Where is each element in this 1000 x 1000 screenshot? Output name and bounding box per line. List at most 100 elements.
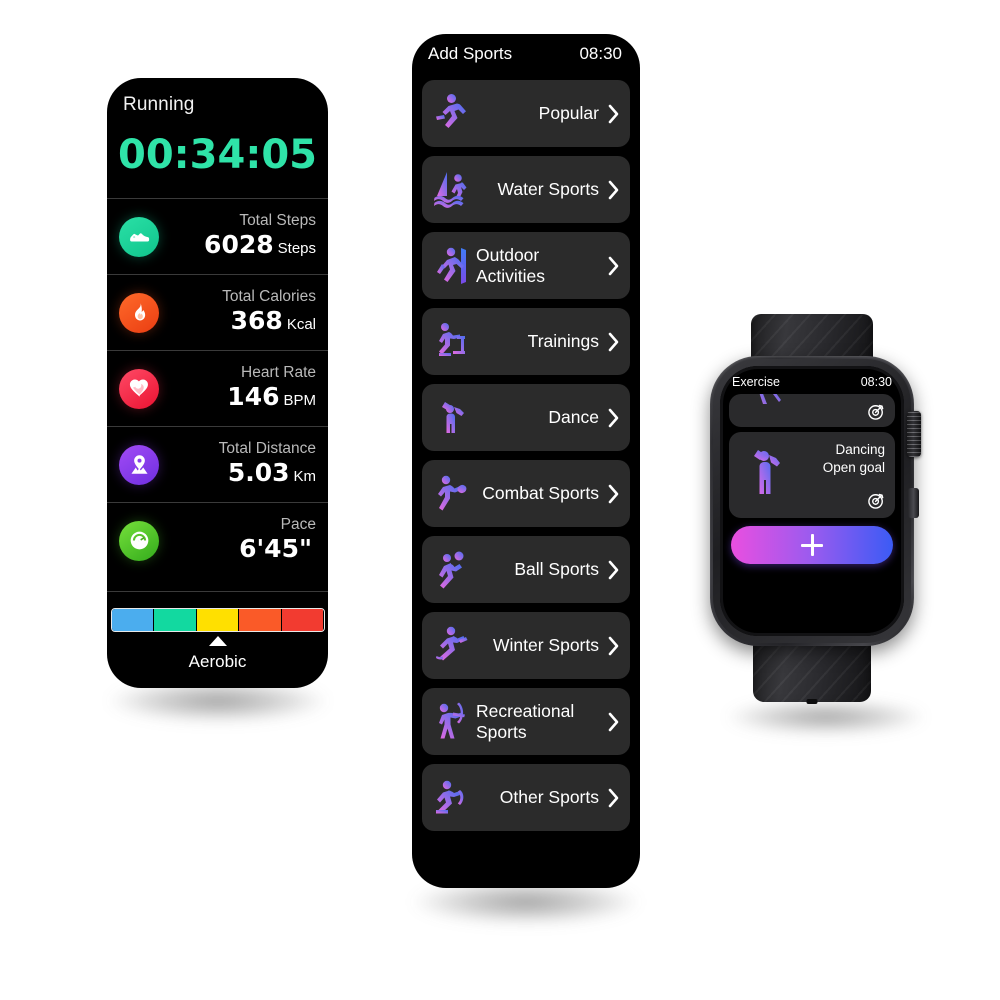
chevron-right-icon bbox=[604, 405, 624, 431]
heart-rate-zone-widget: Aerobic bbox=[107, 608, 328, 672]
metric-text: Heart Rate 146 BPM bbox=[159, 363, 318, 415]
zone-segment-0 bbox=[111, 609, 155, 631]
heart-icon bbox=[119, 368, 159, 409]
boxer-icon bbox=[430, 471, 472, 517]
page-title: Exercise bbox=[732, 375, 780, 389]
sidebar-item-label: Other Sports bbox=[499, 787, 599, 807]
sidebar-item-outdoor-activities[interactable]: Outdoor Activities bbox=[422, 232, 630, 299]
chevron-right-icon bbox=[604, 709, 624, 735]
ice-skater-icon bbox=[430, 623, 472, 669]
sidebar-item-trainings[interactable]: Trainings bbox=[422, 308, 630, 375]
sidebar-item-dance[interactable]: Dance bbox=[422, 384, 630, 451]
metric-value: 146 bbox=[227, 381, 280, 411]
zone-segment-4 bbox=[281, 609, 324, 631]
sidebar-item-popular[interactable]: Popular bbox=[422, 80, 630, 147]
exercise-card-dancing[interactable]: Dancing Open goal bbox=[729, 432, 895, 518]
speedometer-icon bbox=[119, 520, 159, 561]
sidebar-item-other-sports[interactable]: Other Sports bbox=[422, 764, 630, 831]
sidebar-item-label: Recreational Sports bbox=[476, 700, 575, 742]
flame-icon bbox=[119, 292, 159, 333]
sidebar-item-winter-sports[interactable]: Winter Sports bbox=[422, 612, 630, 679]
partial-sport-icon bbox=[749, 394, 787, 408]
metric-text: Total Calories 368 Kcal bbox=[159, 287, 318, 339]
climber-icon bbox=[430, 243, 472, 289]
metric-value-line: 6'45" bbox=[159, 533, 316, 567]
chevron-right-icon bbox=[604, 101, 624, 127]
shoe-icon bbox=[119, 216, 159, 257]
sidebar-item-label: Ball Sports bbox=[514, 559, 599, 579]
metric-unit: BPM bbox=[283, 391, 316, 409]
sidebar-item-water-sports[interactable]: Water Sports bbox=[422, 156, 630, 223]
metric-value: 6028 bbox=[204, 229, 274, 259]
running-person-icon bbox=[430, 91, 472, 137]
rowing-machine-icon bbox=[430, 319, 472, 365]
metric-label: Heart Rate bbox=[241, 363, 316, 381]
page-title: Running bbox=[123, 94, 195, 115]
screenshot-root: Running 00:34:05 Total Steps 6028Steps bbox=[0, 0, 1000, 1000]
metric-value-line: 5.03 Km bbox=[159, 457, 317, 491]
watch-crown[interactable] bbox=[907, 411, 921, 457]
archer-icon bbox=[430, 699, 472, 745]
sidebar-item-ball-sports[interactable]: Ball Sports bbox=[422, 536, 630, 603]
metric-value-line: 368 Kcal bbox=[159, 305, 316, 339]
metric-row: Total Calories 368 Kcal bbox=[107, 274, 328, 350]
metric-text: Total Distance 5.03 Km bbox=[159, 439, 318, 491]
sidebar-item-label: Water Sports bbox=[497, 179, 599, 199]
metric-text: Total Steps 6028 Steps bbox=[159, 211, 318, 263]
zone-pointer-icon bbox=[208, 636, 227, 646]
chevron-right-icon bbox=[604, 785, 624, 811]
volleyball-player-icon bbox=[430, 547, 472, 593]
sidebar-item-label: Outdoor Activities bbox=[476, 244, 546, 286]
metric-value: 6'45" bbox=[239, 533, 312, 563]
metric-row: Total Distance 5.03 Km bbox=[107, 426, 328, 502]
metric-value-line: 146 BPM bbox=[159, 381, 316, 415]
chevron-right-icon bbox=[604, 329, 624, 355]
plus-icon bbox=[801, 534, 823, 556]
running-summary-screen: Running 00:34:05 Total Steps 6028Steps bbox=[107, 78, 328, 688]
metric-unit: Kcal bbox=[286, 315, 316, 333]
sports-category-list: Popular Water Sports Outdoor Activities … bbox=[412, 80, 640, 840]
zone-segment-3 bbox=[239, 609, 282, 631]
sidebar-item-label: Trainings bbox=[527, 331, 599, 351]
exercise-card-partial[interactable] bbox=[729, 394, 895, 427]
jump-rope-icon bbox=[430, 775, 472, 821]
target-goal-icon[interactable] bbox=[866, 402, 886, 422]
sidebar-item-label: Combat Sports bbox=[482, 483, 599, 503]
metric-unit: Km bbox=[293, 467, 317, 485]
sidebar-item-label: Winter Sports bbox=[493, 635, 599, 655]
metric-label: Total Distance bbox=[218, 439, 316, 457]
elapsed-timer: 00:34:05 bbox=[118, 132, 317, 178]
watch-screen: Exercise 08:30 Dancing Open goal bbox=[720, 366, 904, 636]
metric-text: Pace 6'45" bbox=[159, 515, 318, 567]
metric-value-line: 6028 Steps bbox=[159, 229, 316, 263]
smartwatch-device: Exercise 08:30 Dancing Open goal bbox=[700, 296, 952, 726]
chevron-right-icon bbox=[604, 481, 624, 507]
zone-segment-1 bbox=[154, 609, 197, 631]
status-time: 08:30 bbox=[860, 375, 892, 389]
metric-unit: Steps bbox=[277, 239, 316, 257]
watch-side-button[interactable] bbox=[908, 488, 919, 518]
status-bar: Add Sports 08:30 bbox=[412, 34, 640, 74]
sidebar-item-recreational-sports[interactable]: Recreational Sports bbox=[422, 688, 630, 755]
zone-label: Aerobic bbox=[188, 652, 247, 671]
metric-label: Total Steps bbox=[239, 211, 316, 229]
metric-row: Pace 6'45" bbox=[107, 502, 328, 578]
chevron-right-icon bbox=[604, 557, 624, 583]
windsurfer-icon bbox=[430, 167, 472, 213]
card-subtitle: Open goal bbox=[822, 460, 885, 475]
dancer-icon bbox=[747, 448, 783, 502]
target-goal-icon[interactable] bbox=[866, 491, 886, 511]
metric-row: Heart Rate 146 BPM bbox=[107, 350, 328, 426]
add-exercise-button[interactable] bbox=[731, 526, 893, 564]
metric-value: 368 bbox=[230, 305, 283, 335]
metric-row: Total Steps 6028 Steps bbox=[107, 198, 328, 274]
card-title: Dancing bbox=[835, 442, 885, 457]
metric-value: 5.03 bbox=[227, 457, 290, 487]
sidebar-item-combat-sports[interactable]: Combat Sports bbox=[422, 460, 630, 527]
location-pin-icon bbox=[119, 444, 159, 485]
chevron-right-icon bbox=[604, 253, 624, 279]
page-title: Add Sports bbox=[428, 44, 513, 63]
zone-bar bbox=[110, 608, 325, 632]
metrics-list: Total Steps 6028 Steps Total Calories 368… bbox=[107, 198, 328, 578]
dancer-icon bbox=[430, 395, 472, 441]
